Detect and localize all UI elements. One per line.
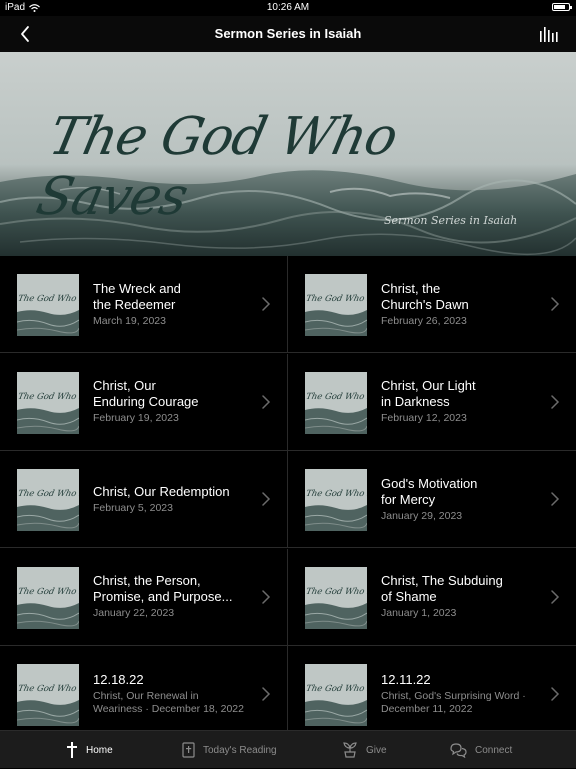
tab-give[interactable]: Give — [342, 731, 387, 769]
sermon-list-item[interactable]: The God Who Saves Christ, the Person, Pr… — [0, 548, 288, 646]
chevron-right-icon — [551, 589, 560, 604]
sermon-subtitle: February 19, 2023 — [93, 412, 179, 424]
sermon-subtitle: February 26, 2023 — [381, 314, 467, 327]
tab-todays-reading-label: Today's Reading — [203, 744, 277, 756]
sermon-list-item[interactable]: The God Who Saves The Wreck and the Rede… — [0, 256, 288, 353]
sermon-subtitle: January 22, 2023 — [93, 607, 175, 619]
sermon-title: Christ, Our Enduring Courage — [93, 378, 199, 409]
page-title: Sermon Series in Isaiah — [214, 26, 362, 41]
status-bar: iPad 10:26 AM — [0, 0, 576, 16]
thumbnail-script-text: The God Who Saves — [305, 489, 367, 499]
thumbnail-script-text: The God Who Saves — [17, 391, 79, 402]
battery-icon — [552, 3, 572, 11]
thumbnail-script-text: The God Who Saves — [305, 294, 367, 304]
sermon-thumbnail: The God Who Saves — [305, 566, 367, 629]
tab-connect[interactable]: Connect — [450, 731, 512, 769]
chevron-right-icon — [262, 687, 271, 701]
chevron-right-icon — [262, 492, 271, 506]
sermon-thumbnail: The God Who Saves — [17, 274, 79, 336]
thumbnail-script-text: The God Who Saves — [17, 586, 79, 597]
sermon-subtitle: Christ, God's Surprising Word · December… — [381, 690, 526, 715]
chevron-right-icon — [551, 687, 560, 701]
tab-home-label: Home — [86, 744, 113, 756]
thumbnail-script-text: The God Who Saves — [305, 391, 367, 402]
sermon-title: God's Motivation for Mercy — [381, 475, 478, 507]
navigation-bar: Sermon Series in Isaiah — [0, 16, 576, 52]
chevron-right-icon — [551, 297, 560, 311]
sermon-thumbnail: The God Who Saves — [305, 469, 367, 531]
sermon-thumbnail: The God Who Saves — [17, 566, 79, 629]
sermon-title: Christ, Our Light in Darkness — [381, 378, 476, 409]
sermon-title: Christ, the Church's Dawn — [381, 280, 469, 312]
chevron-right-icon — [262, 297, 271, 311]
sermon-title: 12.11.22 — [381, 672, 431, 687]
sermon-subtitle: Christ, Our Renewal in Weariness · Decem… — [93, 690, 244, 715]
chat-bubbles-icon — [450, 742, 467, 758]
status-time: 10:26 AM — [266, 2, 310, 13]
audio-bars-icon[interactable] — [538, 24, 560, 44]
sermon-thumbnail: The God Who Saves — [305, 371, 367, 434]
tab-connect-label: Connect — [475, 744, 513, 756]
plant-icon — [343, 742, 357, 758]
sermon-list-item[interactable]: The God Who Saves Christ, the Church's D… — [288, 256, 576, 353]
sermon-title: Christ, the Person, Promise, and Purpose… — [93, 573, 233, 604]
banner-subtitle: Sermon Series in Isaiah — [384, 214, 518, 227]
sermon-thumbnail: The God Who Saves — [17, 371, 79, 434]
tab-give-label: Give — [366, 744, 387, 756]
chevron-right-icon — [262, 394, 271, 409]
sermon-list-item[interactable]: The God Who Saves 12.18.22 Christ, Our R… — [0, 646, 288, 730]
sermon-thumbnail: The God Who Saves — [17, 664, 79, 726]
sermon-title: The Wreck and the Redeemer — [93, 280, 181, 312]
sermon-list-item[interactable]: The God Who Saves 12.11.22 Christ, God's… — [288, 646, 576, 730]
thumbnail-script-text: The God Who Saves — [17, 489, 79, 499]
bible-icon — [182, 742, 195, 758]
sermon-subtitle: March 19, 2023 — [93, 314, 166, 327]
tab-home[interactable]: Home — [66, 731, 113, 769]
sermon-list-item[interactable]: The God Who Saves Christ, The Subduing o… — [288, 548, 576, 646]
thumbnail-script-text: The God Who Saves — [305, 586, 367, 597]
sermon-thumbnail: The God Who Saves — [17, 469, 79, 531]
thumbnail-script-text: The God Who Saves — [17, 684, 79, 694]
sermon-grid: The God Who Saves The Wreck and the Rede… — [0, 256, 576, 730]
sermon-thumbnail: The God Who Saves — [305, 274, 367, 336]
tab-todays-reading[interactable]: Today's Reading — [182, 731, 277, 769]
sermon-subtitle: January 1, 2023 — [381, 607, 457, 619]
sermon-list-item[interactable]: The God Who Saves Christ, Our Enduring C… — [0, 353, 288, 451]
sermon-list-item[interactable]: The God Who Saves Christ, Our Redemption… — [0, 451, 288, 548]
chevron-right-icon — [551, 492, 560, 506]
sermon-title: Christ, Our Redemption — [93, 483, 230, 499]
sermon-list-item[interactable]: The God Who Saves Christ, Our Light in D… — [288, 353, 576, 451]
tab-bar: Home Today's Reading Give Connect — [0, 730, 576, 768]
cross-icon — [67, 742, 77, 758]
banner-script-title: The God Who Saves — [31, 107, 403, 227]
series-banner: The God Who Saves Sermon Series in Isaia… — [0, 52, 576, 256]
sermon-subtitle: February 12, 2023 — [381, 412, 467, 424]
sermon-title: 12.18.22 — [93, 672, 144, 687]
sermon-title: Christ, The Subduing of Shame — [381, 573, 503, 604]
sermon-subtitle: February 5, 2023 — [93, 501, 173, 514]
chevron-right-icon — [551, 394, 560, 409]
chevron-right-icon — [262, 589, 271, 604]
sermon-subtitle: January 29, 2023 — [381, 509, 463, 522]
thumbnail-script-text: The God Who Saves — [17, 294, 79, 304]
sermon-thumbnail: The God Who Saves — [305, 664, 367, 726]
thumbnail-script-text: The God Who Saves — [305, 684, 367, 694]
sermon-list-item[interactable]: The God Who Saves God's Motivation for M… — [288, 451, 576, 548]
